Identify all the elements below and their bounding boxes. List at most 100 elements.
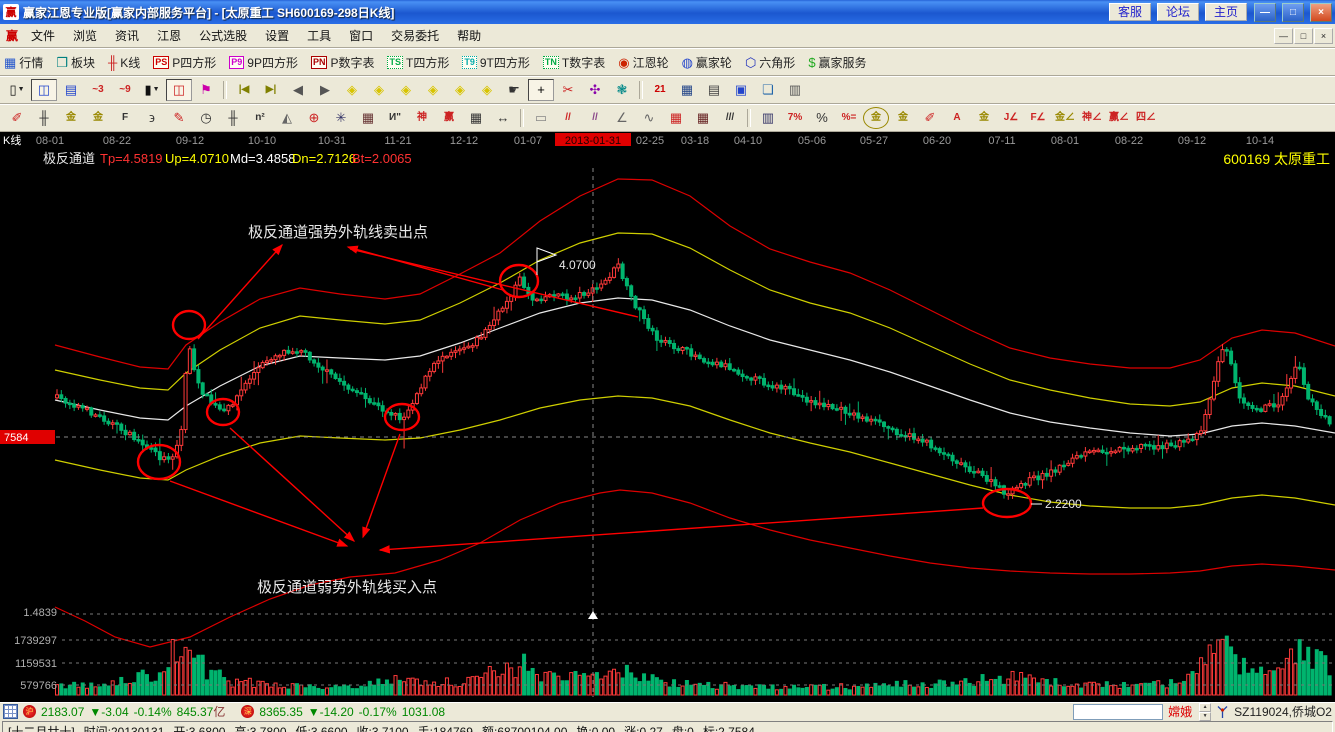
time-circle-icon[interactable]: ◷ (193, 107, 219, 129)
restore-button[interactable]: □ (1282, 3, 1304, 22)
ying-angle-icon[interactable]: 赢∠ (1106, 107, 1132, 129)
memo-icon[interactable]: ▤ (701, 79, 727, 101)
wave-a-icon[interactable]: A (944, 107, 970, 129)
forum-button[interactable]: 论坛 (1157, 3, 1199, 21)
menu-item-9[interactable]: 帮助 (448, 25, 490, 46)
speed-fan-2-icon[interactable]: // (582, 107, 608, 129)
number-grid-icon[interactable]: ▦ (463, 107, 489, 129)
p-number-table-button[interactable]: PNP数字表 (311, 54, 375, 71)
gold-angle-line-icon[interactable]: 金 (971, 107, 997, 129)
winner-wheel-button[interactable]: ◍赢家轮 (682, 54, 732, 71)
angle-mirror-icon[interactable]: ◭ (274, 107, 300, 129)
kline-style-dropdown-icon[interactable]: ▼ (18, 83, 25, 97)
smart-analysis-icon[interactable]: ❃ (609, 79, 635, 101)
pan-right-icon[interactable]: ◈ (366, 79, 392, 101)
last-bar-icon[interactable]: ▶| (258, 79, 284, 101)
draw-brush-icon[interactable]: ✐ (4, 107, 30, 129)
gann-grid-icon[interactable]: ▦ (355, 107, 381, 129)
gann-wheel-button[interactable]: ◉江恩轮 (618, 54, 668, 71)
minimize-button[interactable]: — (1254, 3, 1276, 22)
kline-button[interactable]: ╫K线 (108, 54, 140, 71)
span-measure-icon[interactable]: ↔ (490, 107, 516, 129)
trend-angles-icon[interactable]: ∠ (609, 107, 635, 129)
speed-fan-icon[interactable]: // (555, 107, 581, 129)
compress-x-icon[interactable]: ◈ (420, 79, 446, 101)
homepage-button[interactable]: 主页 (1205, 3, 1247, 21)
child-close-button[interactable]: × (1314, 28, 1333, 44)
info-view-icon[interactable]: ▤ (58, 79, 84, 101)
ying-tool-icon[interactable]: 赢 (436, 107, 462, 129)
next-bar-icon[interactable]: ▶ (312, 79, 338, 101)
t-square-button[interactable]: TST四方形 (387, 54, 449, 71)
shen-angle-icon[interactable]: 神∠ (1079, 107, 1105, 129)
gold-circle-icon[interactable]: 金 (863, 107, 889, 129)
shanghai-index-icon[interactable]: 沪 (23, 705, 36, 718)
pane-splitter-handle[interactable] (588, 611, 598, 619)
j-angle-icon[interactable]: J∠ (998, 107, 1024, 129)
gold-section-icon[interactable]: 金 (58, 107, 84, 129)
menu-item-2[interactable]: 资讯 (106, 25, 148, 46)
child-minimize-button[interactable]: — (1274, 28, 1293, 44)
menu-item-5[interactable]: 设置 (256, 25, 298, 46)
pan-left-icon[interactable]: ◈ (339, 79, 365, 101)
sectors-button[interactable]: ❒板块 (56, 54, 95, 71)
expand-x-icon[interactable]: ◈ (393, 79, 419, 101)
print-icon[interactable]: ▥ (782, 79, 808, 101)
gann-shape-tool-icon[interactable]: ✣ (582, 79, 608, 101)
spiral-tool-icon[interactable]: ϶ (139, 107, 165, 129)
pattern-window-red-icon[interactable]: ◫ (166, 79, 192, 101)
pattern-window-icon[interactable]: ◫ (31, 79, 57, 101)
percent-icon[interactable]: % (809, 107, 835, 129)
candle-type-icon[interactable]: ▮▼ (139, 79, 165, 101)
si-angle-icon[interactable]: 四∠ (1133, 107, 1159, 129)
zoom-x-icon[interactable]: ◈ (447, 79, 473, 101)
wave-9-icon[interactable]: ~9 (112, 79, 138, 101)
save-icon[interactable]: ▣ (728, 79, 754, 101)
menu-item-7[interactable]: 窗口 (340, 25, 382, 46)
draw-pen-icon[interactable]: ✐ (917, 107, 943, 129)
menu-item-4[interactable]: 公式选股 (190, 25, 256, 46)
shenzhen-index-icon[interactable]: 深 (241, 705, 254, 718)
quote-grid-icon[interactable] (3, 704, 18, 719)
f-angle-icon[interactable]: F∠ (1025, 107, 1051, 129)
gann-web-icon[interactable]: ✳ (328, 107, 354, 129)
gold-section-ext-icon[interactable]: 金 (85, 107, 111, 129)
gann-box-icon[interactable]: ▭ (528, 107, 554, 129)
menu-item-8[interactable]: 交易委托 (382, 25, 448, 46)
menu-item-0[interactable]: 文件 (22, 25, 64, 46)
t-number-table-button[interactable]: TNT数字表 (543, 54, 605, 71)
menu-item-6[interactable]: 工具 (298, 25, 340, 46)
percent-lines-icon[interactable]: %= (836, 107, 862, 129)
gann-compass-icon[interactable]: ⊕ (301, 107, 327, 129)
prev-bar-icon[interactable]: ◀ (285, 79, 311, 101)
gold-angle-icon[interactable]: 金∠ (1052, 107, 1078, 129)
menu-item-3[interactable]: 江恩 (148, 25, 190, 46)
candle-type-dropdown-icon[interactable]: ▼ (153, 83, 160, 97)
9t-square-button[interactable]: T99T四方形 (462, 54, 530, 71)
percent-7-icon[interactable]: 7% (782, 107, 808, 129)
price-grid-icon[interactable]: ▦ (663, 107, 689, 129)
parallel-lines-icon[interactable]: /// (717, 107, 743, 129)
ticker-spinner[interactable]: ▲▼ (1199, 703, 1211, 721)
child-restore-button[interactable]: □ (1294, 28, 1313, 44)
first-bar-icon[interactable]: |◀ (231, 79, 257, 101)
crosshair-tool-icon[interactable]: + (528, 79, 554, 101)
winner-service-button[interactable]: $赢家服务 (808, 54, 866, 71)
9p-square-button[interactable]: P99P四方形 (229, 54, 298, 71)
hexagon-button[interactable]: ⬡六角形 (745, 54, 795, 71)
p-square-button[interactable]: PSP四方形 (153, 54, 216, 71)
wave-mark-icon[interactable]: И" (382, 107, 408, 129)
volume-flag-icon[interactable]: ⚑ (193, 79, 219, 101)
time-grid-icon[interactable]: ▦ (690, 107, 716, 129)
stock-code-input[interactable] (1073, 704, 1163, 720)
calculator-icon[interactable]: ▦ (674, 79, 700, 101)
menu-item-1[interactable]: 浏览 (64, 25, 106, 46)
kline-chart[interactable]: 08-0108-2209-1210-1010-3111-2112-1201-07… (0, 132, 1335, 702)
bar-stats-icon[interactable]: ▥ (755, 107, 781, 129)
zigzag-wave-icon[interactable]: ∿ (636, 107, 662, 129)
shen-tool-icon[interactable]: 神 (409, 107, 435, 129)
quotes-button[interactable]: ▦行情 (4, 54, 43, 71)
n-square-icon[interactable]: n² (247, 107, 273, 129)
fibonacci-lines-icon[interactable]: F (112, 107, 138, 129)
gold-lines-icon[interactable]: 金 (890, 107, 916, 129)
